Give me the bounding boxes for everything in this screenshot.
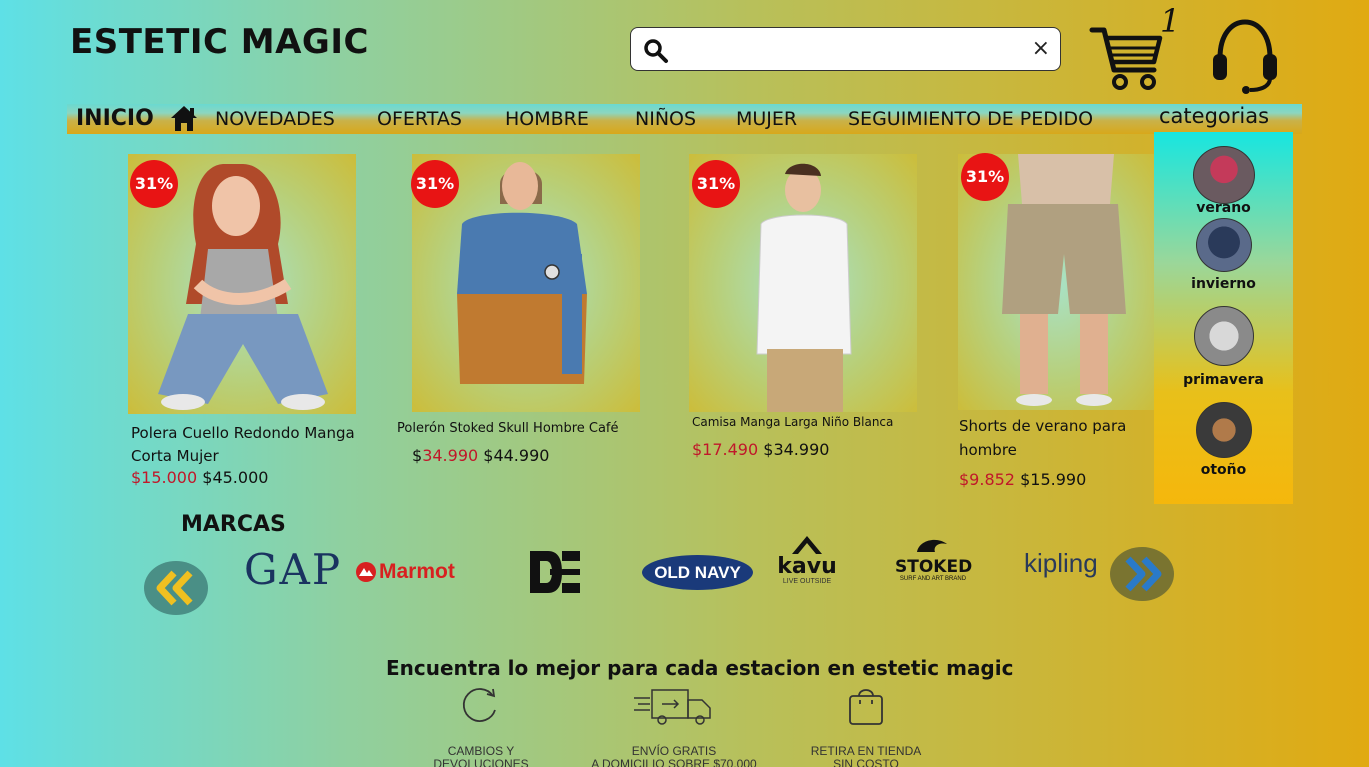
category-invierno-image <box>1195 218 1252 272</box>
original-price: $34.990 <box>763 440 830 459</box>
clear-search-button[interactable]: × <box>1032 36 1050 61</box>
search-icon[interactable] <box>643 38 669 64</box>
original-price: $45.000 <box>202 468 269 487</box>
category-invierno-label: invierno <box>1191 276 1256 292</box>
nav-ninos[interactable]: NIÑOS <box>635 108 696 130</box>
brand-kipling-logo[interactable]: kipling <box>1024 548 1098 579</box>
product-name[interactable]: Polera Cuello Redondo Manga Corta Mujer <box>131 422 383 468</box>
sale-price: $15.000 <box>131 468 198 487</box>
service-free-shipping-label: ENVÍO GRATIS A DOMICILIO SOBRE $70.000 <box>591 744 757 767</box>
product-price: $15.000 $45.000 <box>131 468 268 487</box>
product-name[interactable]: Camisa Manga Larga Niño Blanca <box>692 415 932 429</box>
product-card[interactable]: 31% Camisa Manga Larga Niño Blanca $17.4… <box>689 154 929 474</box>
original-price: $44.990 <box>483 446 550 465</box>
chevron-right-icon <box>1125 556 1162 592</box>
product-name[interactable]: Shorts de verano para hombre <box>959 414 1155 462</box>
cart-button[interactable]: 1 <box>1088 2 1180 93</box>
marmot-icon <box>356 562 376 582</box>
brands-title: MARCAS <box>181 512 286 537</box>
category-otono-label: otoño <box>1200 462 1247 478</box>
stoked-wave-icon <box>917 539 947 552</box>
service-store-pickup[interactable]: RETIRA EN TIENDA SIN COSTO <box>806 686 926 767</box>
service-returns[interactable]: CAMBIOS Y DEVOLUCIONES <box>420 686 542 767</box>
category-primavera-label: primavera <box>1183 372 1264 388</box>
product-card[interactable]: 31% Shorts de verano para hombre $9.852 … <box>958 153 1155 494</box>
brand-kavu-logo[interactable]: kavu LIVE OUTSIDE <box>768 534 846 585</box>
discount-badge: 31% <box>411 160 459 208</box>
nav-categorias[interactable]: categorias <box>1159 104 1269 128</box>
search-input[interactable] <box>677 34 1017 64</box>
brand-marmot-logo[interactable]: Marmot <box>355 560 455 584</box>
dc-shoes-icon <box>530 551 580 593</box>
search-bar[interactable]: × <box>630 27 1061 71</box>
category-verano-image <box>1192 146 1255 204</box>
sale-price-prefix: $ <box>412 446 423 465</box>
brand-gap-logo[interactable]: GAP <box>244 545 342 594</box>
sale-price: 34.990 <box>422 446 479 465</box>
nav-hombre[interactable]: HOMBRE <box>505 108 589 130</box>
refresh-icon <box>462 688 496 722</box>
product-name[interactable]: Polerón Stoked Skull Hombre Café <box>397 421 659 436</box>
discount-badge: 31% <box>130 160 178 208</box>
brand-marmot-name: Marmot <box>379 560 455 583</box>
shopping-bag-icon <box>849 689 883 725</box>
nav-mujer[interactable]: MUJER <box>736 108 797 130</box>
chevron-left-icon <box>156 570 193 606</box>
sale-price: $9.852 <box>959 470 1015 489</box>
discount-badge: 31% <box>961 153 1009 201</box>
original-price: $15.990 <box>1020 470 1087 489</box>
headset-icon[interactable] <box>1208 18 1282 96</box>
nav-novedades[interactable]: NOVEDADES <box>215 108 335 130</box>
discount-badge: 31% <box>692 160 740 208</box>
kavu-mountain-icon <box>792 536 822 554</box>
product-card[interactable]: 31% Polera Cuello Redondo Manga Corta Mu… <box>128 154 383 494</box>
main-nav: INICIO NOVEDADES OFERTAS HOMBRE NIÑOS MU… <box>67 104 1302 134</box>
category-primavera[interactable]: primavera <box>1154 306 1293 388</box>
brand-dc-logo[interactable]: DC <box>528 549 582 599</box>
brands-next-button[interactable] <box>1110 547 1174 601</box>
footer-title: Encuentra lo mejor para cada estacion en… <box>386 656 1014 680</box>
delivery-truck-icon <box>634 689 711 725</box>
brand-kavu-name: kavu <box>777 554 837 579</box>
sale-price: $17.490 <box>692 440 759 459</box>
category-primavera-image <box>1193 306 1254 366</box>
brand-old-navy-logo[interactable]: OLD NAVY <box>642 555 753 590</box>
nav-inicio[interactable]: INICIO <box>76 106 154 131</box>
nav-seguimiento[interactable]: SEGUIMIENTO DE PEDIDO <box>848 108 1093 130</box>
cart-count-badge: 1 <box>1160 2 1181 40</box>
brands-prev-button[interactable] <box>144 561 208 615</box>
brand-stoked-tagline: SURF AND ART BRAND <box>899 576 967 582</box>
nav-ofertas[interactable]: OFERTAS <box>377 108 462 130</box>
category-otono-image <box>1195 402 1252 458</box>
product-price: $34.990 $44.990 <box>412 446 549 465</box>
category-invierno[interactable]: invierno <box>1154 218 1293 292</box>
service-returns-label: CAMBIOS Y DEVOLUCIONES <box>433 744 529 767</box>
product-card[interactable]: 31% Polerón Stoked Skull Hombre Café $34… <box>397 154 659 474</box>
category-otono[interactable]: otoño <box>1154 402 1293 478</box>
product-price: $9.852 $15.990 <box>959 470 1086 489</box>
site-logo[interactable]: ESTETIC MAGIC <box>70 22 369 62</box>
brand-kavu-tagline: LIVE OUTSIDE <box>782 578 832 585</box>
categories-panel: verano invierno primavera otoño <box>1154 132 1293 504</box>
home-icon[interactable] <box>169 104 199 132</box>
category-verano[interactable]: verano <box>1154 146 1293 216</box>
brand-stoked-logo[interactable]: STOKED SURF AND ART BRAND <box>895 534 973 582</box>
category-verano-label: verano <box>1196 200 1251 216</box>
cart-icon[interactable] <box>1088 8 1168 93</box>
product-price: $17.490 $34.990 <box>692 440 829 459</box>
service-free-shipping[interactable]: ENVÍO GRATIS A DOMICILIO SOBRE $70.000 <box>578 686 770 767</box>
service-store-pickup-label: RETIRA EN TIENDA SIN COSTO <box>810 744 922 767</box>
brand-stoked-name: STOKED <box>895 557 973 577</box>
